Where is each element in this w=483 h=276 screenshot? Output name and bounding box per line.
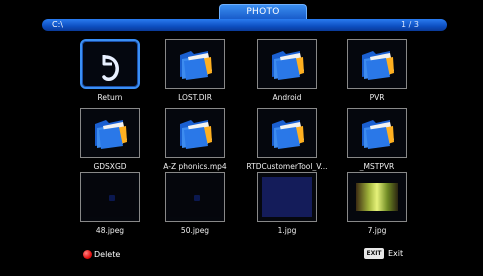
- page-indicator: 1 / 3: [401, 20, 419, 29]
- image-preview: [356, 183, 398, 211]
- file-item-folder[interactable]: LOST.DIR: [150, 39, 240, 111]
- image-thumbnail: [347, 172, 407, 222]
- exit-key-icon: EXIT: [364, 248, 384, 259]
- file-item-folder[interactable]: PVR: [332, 39, 422, 111]
- image-thumbnail: [80, 172, 140, 222]
- item-label: Return: [97, 93, 123, 102]
- item-label: Android: [272, 93, 302, 102]
- file-item-image[interactable]: 1.jpg: [242, 172, 332, 244]
- folder-icon: [272, 51, 304, 80]
- image-preview: [170, 177, 220, 217]
- folder-icon: [180, 51, 212, 80]
- item-label: 7.jpg: [367, 226, 387, 235]
- item-label: 48.jpeg: [95, 226, 125, 235]
- item-label: GDSXGD: [93, 162, 127, 171]
- red-key-icon: [83, 250, 92, 259]
- folder-thumbnail: [257, 39, 317, 89]
- item-label: A-Z phonics.mp4: [163, 162, 227, 171]
- folder-thumbnail: [165, 108, 225, 158]
- folder-icon: [362, 120, 394, 149]
- file-item-folder[interactable]: GDSXGD: [65, 108, 155, 180]
- folder-thumbnail: [347, 39, 407, 89]
- file-item-folder[interactable]: _MSTPVR: [332, 108, 422, 180]
- folder-icon: [362, 51, 394, 80]
- exit-hint[interactable]: Exit: [388, 249, 403, 258]
- item-label: 50.jpeg: [180, 226, 210, 235]
- image-preview: [85, 177, 135, 217]
- path-bar: C:\ 1 / 3: [42, 19, 447, 31]
- footer-hints: Delete EXIT Exit: [0, 248, 483, 264]
- return-thumbnail: [80, 39, 140, 89]
- item-label: LOST.DIR: [178, 93, 212, 102]
- file-item-folder[interactable]: RTDCustomerTool_V...: [242, 108, 332, 180]
- file-item-return[interactable]: Return: [65, 39, 155, 111]
- folder-icon: [180, 120, 212, 149]
- title-tab: PHOTO: [219, 4, 307, 20]
- folder-thumbnail: [257, 108, 317, 158]
- file-item-image[interactable]: 48.jpeg: [65, 172, 155, 244]
- folder-thumbnail: [347, 108, 407, 158]
- item-label: _MSTPVR: [359, 162, 395, 171]
- folder-icon: [95, 120, 127, 149]
- item-label: PVR: [369, 93, 385, 102]
- item-label: 1.jpg: [277, 226, 297, 235]
- delete-hint[interactable]: Delete: [94, 250, 120, 259]
- folder-thumbnail: [80, 108, 140, 158]
- file-item-image[interactable]: 7.jpg: [332, 172, 422, 244]
- file-item-image[interactable]: 50.jpeg: [150, 172, 240, 244]
- folder-thumbnail: [165, 39, 225, 89]
- return-arrow-icon: [102, 55, 119, 81]
- item-label: RTDCustomerTool_V...: [246, 162, 328, 171]
- image-thumbnail: [257, 172, 317, 222]
- image-preview: [262, 177, 312, 217]
- image-thumbnail: [165, 172, 225, 222]
- file-item-folder[interactable]: Android: [242, 39, 332, 111]
- file-item-folder[interactable]: A-Z phonics.mp4: [150, 108, 240, 180]
- folder-icon: [272, 120, 304, 149]
- current-path: C:\: [52, 20, 63, 29]
